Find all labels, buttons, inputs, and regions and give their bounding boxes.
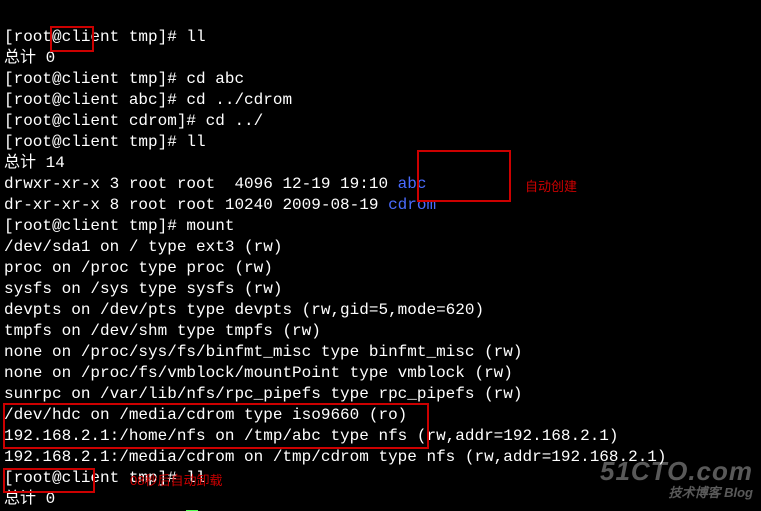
- line-mount-devpts: devpts on /dev/pts type devpts (rw,gid=5…: [4, 301, 484, 319]
- line-ls-cdrom: dr-xr-xr-x 8 root root 10240 2009-08-19 …: [4, 196, 436, 214]
- highlight-total-0a: [50, 26, 94, 52]
- watermark-site: 51CTO.com: [600, 461, 753, 482]
- watermark: 51CTO.com 技术博客 Blog: [600, 461, 753, 503]
- line-mount: [root@client tmp]# mount: [4, 217, 234, 235]
- line-mount-nfs-cdrom: 192.168.2.1:/media/cdrom on /tmp/cdrom t…: [4, 448, 667, 466]
- line-mount-sda1: /dev/sda1 on / type ext3 (rw): [4, 238, 282, 256]
- highlight-dirs: [417, 150, 511, 202]
- line-mount-sysfs: sysfs on /sys type sysfs (rw): [4, 280, 282, 298]
- line-total-0a: 总计 0: [4, 49, 55, 67]
- note-auto-unmount: 08秒后自动卸载: [130, 470, 222, 491]
- highlight-total-0b: [3, 468, 95, 493]
- highlight-nfs-mounts: [3, 403, 429, 449]
- line-ll-2: [root@client tmp]# ll: [4, 133, 206, 151]
- line-ll-1: [root@client tmp]# ll: [4, 28, 206, 46]
- line-mount-sunrpc: sunrpc on /var/lib/nfs/rpc_pipefs type r…: [4, 385, 522, 403]
- line-cd-cdrom: [root@client abc]# cd ../cdrom: [4, 91, 292, 109]
- line-cd-abc: [root@client tmp]# cd abc: [4, 70, 244, 88]
- line-total-14: 总计 14: [4, 154, 65, 172]
- line-mount-vmblock: none on /proc/fs/vmblock/mountPoint type…: [4, 364, 513, 382]
- line-ls-abc: drwxr-xr-x 3 root root 4096 12-19 19:10 …: [4, 175, 426, 193]
- line-mount-binfmt: none on /proc/sys/fs/binfmt_misc type bi…: [4, 343, 522, 361]
- line-cd-up: [root@client cdrom]# cd ../: [4, 112, 263, 130]
- line-mount-proc: proc on /proc type proc (rw): [4, 259, 273, 277]
- line-mount-tmpfs: tmpfs on /dev/shm type tmpfs (rw): [4, 322, 321, 340]
- note-auto-create: 自动创建: [525, 176, 577, 197]
